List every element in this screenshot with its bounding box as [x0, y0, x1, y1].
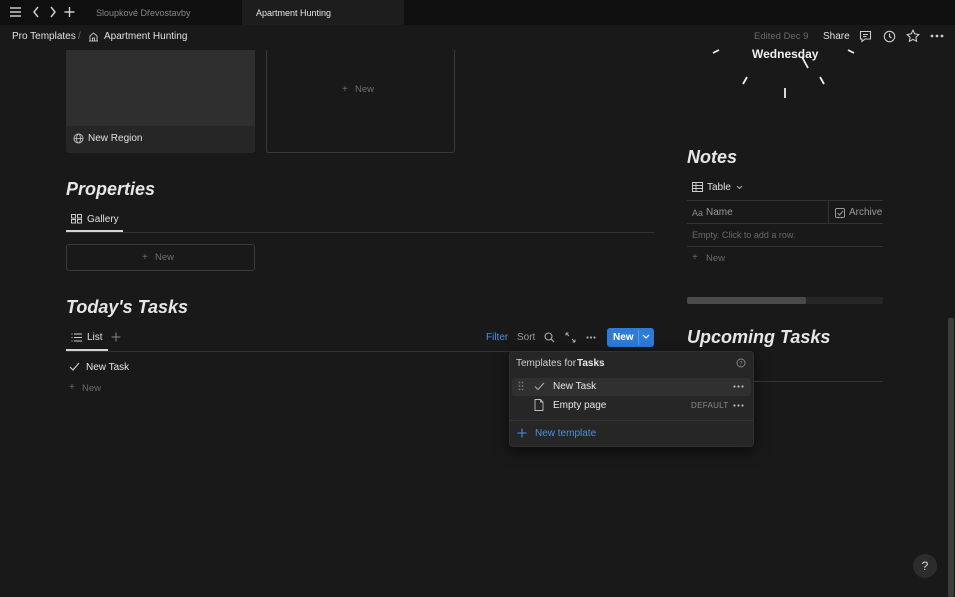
filter-button[interactable]: Filter — [486, 332, 508, 343]
templates-title-db: Tasks — [577, 358, 605, 369]
new-card-plus-icon: + — [342, 84, 348, 95]
sort-button[interactable]: Sort — [517, 332, 535, 343]
column-header-archive[interactable]: Archive — [849, 207, 882, 218]
plus-icon: + — [69, 382, 75, 393]
button-split-divider — [638, 330, 639, 345]
popover-divider — [510, 420, 753, 421]
template-item-label: Empty page — [553, 400, 607, 411]
more-options-icon[interactable] — [930, 34, 944, 38]
notes-divider — [687, 200, 883, 201]
svg-text:?: ? — [739, 360, 742, 367]
tasks-heading: Today's Tasks — [66, 297, 189, 317]
tab-apartment-hunting[interactable]: Apartment Hunting — [242, 0, 404, 25]
forward-arrow-icon[interactable] — [49, 6, 57, 18]
comment-icon[interactable] — [859, 30, 872, 43]
horizontal-scrollbar-thumb[interactable] — [687, 297, 806, 304]
properties-new-label: New — [155, 252, 175, 263]
template-row[interactable] — [512, 378, 751, 396]
building-icon — [88, 31, 99, 42]
task-list-item[interactable]: New Task — [86, 362, 129, 373]
plus-icon — [517, 428, 527, 438]
properties-heading: Properties — [66, 179, 156, 199]
template-more-icon[interactable] — [733, 404, 744, 407]
share-button[interactable]: Share — [823, 31, 850, 42]
drag-handle-icon[interactable] — [518, 381, 524, 391]
breadcrumb-separator: / — [78, 31, 81, 42]
plus-icon: + — [692, 252, 698, 263]
help-button-label: ? — [921, 559, 929, 573]
chevron-down-icon[interactable] — [642, 334, 650, 340]
list-view-icon — [71, 333, 82, 342]
new-card-label: New — [355, 84, 375, 95]
view-more-icon[interactable] — [586, 336, 596, 339]
upcoming-divider — [754, 381, 883, 382]
tab-label: Apartment Hunting — [256, 7, 332, 18]
checkbox-icon — [835, 208, 845, 218]
new-template-button[interactable]: New template — [535, 428, 596, 439]
breadcrumb-page[interactable]: Apartment Hunting — [104, 31, 187, 42]
new-task-button-label: New — [613, 332, 634, 343]
search-icon[interactable] — [544, 332, 555, 343]
properties-divider — [66, 232, 654, 233]
back-arrow-icon[interactable] — [32, 6, 40, 18]
template-more-icon[interactable] — [733, 385, 744, 388]
plus-icon: + — [142, 252, 148, 263]
page-scrollbar-thumb[interactable] — [948, 318, 954, 597]
hamburger-icon[interactable] — [9, 6, 22, 18]
tab-label: Sloupkové Dřevostavby — [96, 7, 191, 18]
upcoming-heading: Upcoming Tasks — [687, 327, 831, 347]
column-divider — [828, 201, 829, 223]
page-document-icon — [534, 399, 544, 411]
clock-day: Wednesday — [752, 47, 819, 61]
add-view-plus-icon[interactable] — [111, 332, 121, 342]
help-button[interactable]: ? — [913, 554, 937, 578]
checkmark-icon — [534, 382, 545, 391]
notes-new-row-button[interactable]: New — [706, 253, 725, 264]
breadcrumb-root[interactable]: Pro Templates — [12, 31, 76, 42]
empty-table-message[interactable]: Empty. Click to add a row. — [692, 230, 795, 240]
globe-icon — [73, 133, 84, 144]
add-task-button[interactable]: New — [82, 383, 101, 394]
notes-header-divider — [687, 223, 883, 224]
column-header-name[interactable]: Name — [706, 207, 733, 218]
table-view-tab[interactable]: Table — [707, 182, 731, 193]
gallery-view-icon — [71, 214, 82, 224]
favorite-star-icon[interactable] — [906, 29, 920, 43]
new-region-card[interactable] — [266, 50, 455, 153]
notes-row-divider — [687, 246, 883, 247]
new-task-button[interactable]: New — [607, 328, 654, 347]
chevron-down-icon[interactable] — [736, 185, 743, 190]
edited-timestamp: Edited Dec 9 — [754, 31, 809, 42]
table-view-icon — [692, 182, 703, 192]
gallery-view-tab[interactable]: Gallery — [87, 214, 119, 225]
template-item-label: New Task — [553, 381, 597, 392]
new-tab-plus-icon[interactable] — [64, 6, 75, 18]
notes-heading: Notes — [687, 147, 738, 167]
history-clock-icon[interactable] — [883, 30, 896, 43]
expand-arrows-icon[interactable] — [565, 332, 576, 343]
list-view-tab[interactable]: List — [87, 332, 103, 343]
templates-title-prefix: Templates for — [516, 358, 577, 369]
text-type-icon: Aa — [692, 208, 704, 218]
default-badge: DEFAULT — [691, 401, 729, 410]
help-circle-icon[interactable]: ? — [736, 358, 746, 368]
region-card-title: New Region — [88, 133, 143, 144]
tab-sloupkove[interactable]: Sloupkové Dřevostavby — [86, 0, 242, 25]
checkmark-icon — [69, 362, 80, 372]
region-card-cover — [66, 50, 255, 126]
